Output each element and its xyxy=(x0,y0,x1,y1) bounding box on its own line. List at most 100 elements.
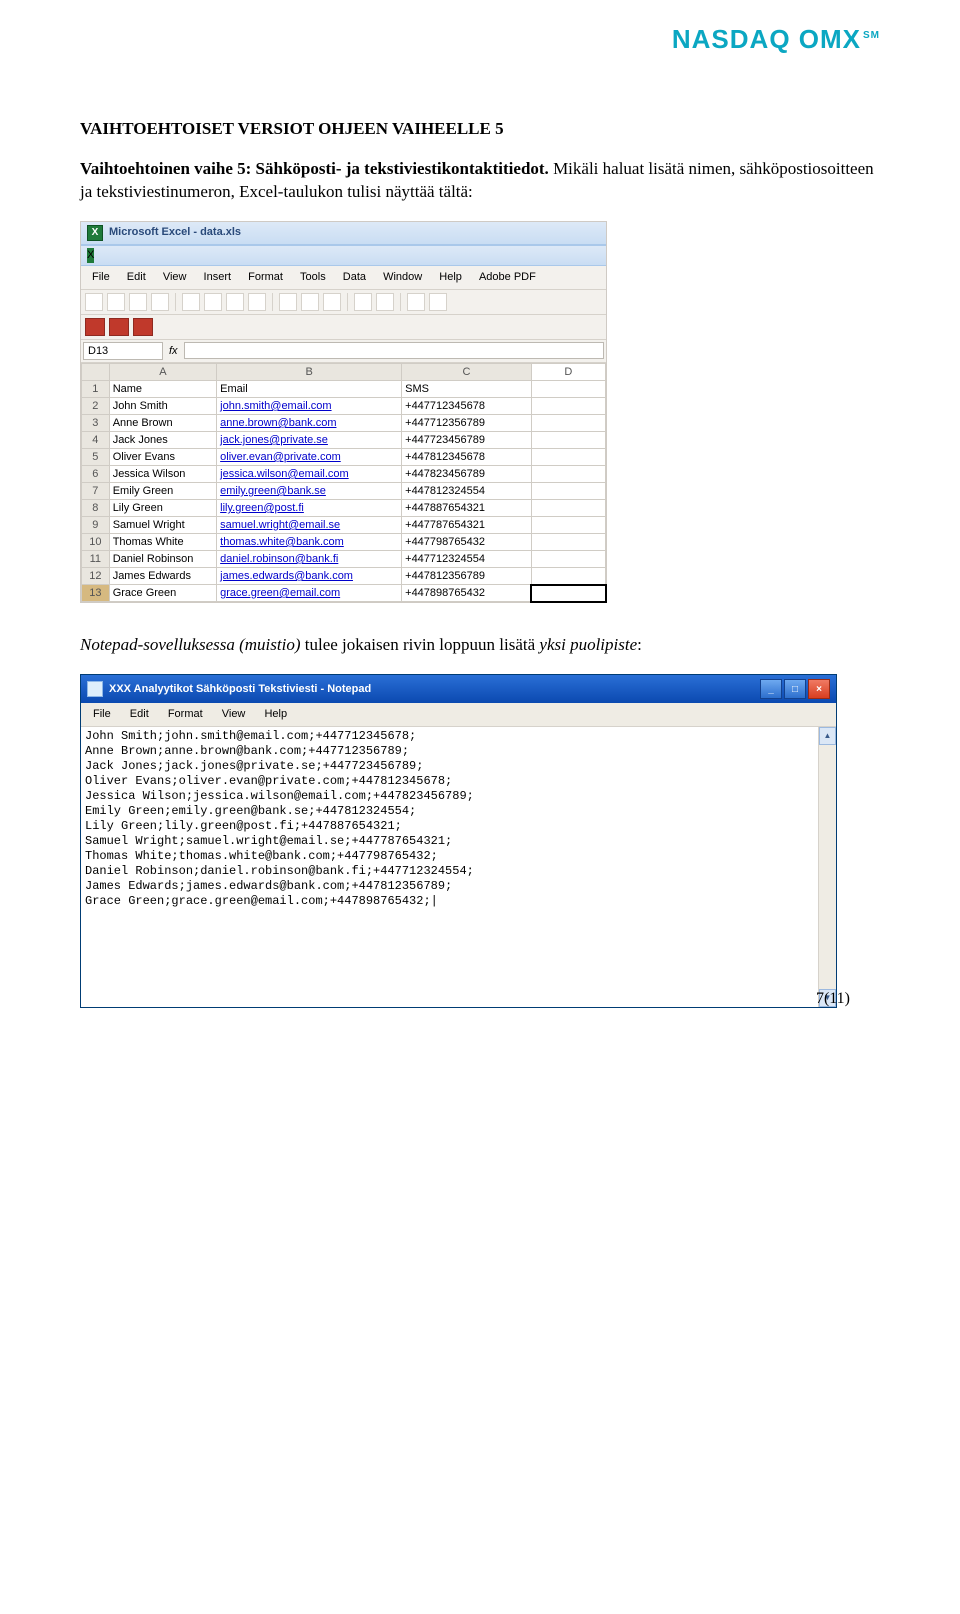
pdf-review-icon[interactable] xyxy=(133,318,153,336)
menu-window[interactable]: Window xyxy=(376,268,429,287)
cell[interactable]: Lily Green xyxy=(109,500,216,517)
minimize-button[interactable]: _ xyxy=(760,679,782,699)
notepad-textarea[interactable]: John Smith;john.smith@email.com;+4477123… xyxy=(81,727,818,1007)
col-header-c[interactable]: C xyxy=(402,364,532,381)
menu-view[interactable]: View xyxy=(156,268,194,287)
cell[interactable] xyxy=(531,449,605,466)
menu-edit[interactable]: Edit xyxy=(120,268,153,287)
cell[interactable]: +447812356789 xyxy=(402,568,532,585)
row-header[interactable]: 1 xyxy=(82,381,110,398)
row-header[interactable]: 4 xyxy=(82,432,110,449)
cell[interactable] xyxy=(531,432,605,449)
row-header[interactable]: 11 xyxy=(82,551,110,568)
hyperlink-icon[interactable] xyxy=(407,293,425,311)
spreadsheet-grid[interactable]: A B C D 1NameEmailSMS2John Smithjohn.smi… xyxy=(81,363,606,602)
table-row[interactable]: 8Lily Greenlily.green@post.fi+4478876543… xyxy=(82,500,606,517)
maximize-button[interactable]: □ xyxy=(784,679,806,699)
table-row[interactable]: 2John Smithjohn.smith@email.com+44771234… xyxy=(82,398,606,415)
cell[interactable]: Email xyxy=(217,381,402,398)
cell[interactable]: Oliver Evans xyxy=(109,449,216,466)
cell[interactable]: +447712345678 xyxy=(402,398,532,415)
row-header[interactable]: 7 xyxy=(82,483,110,500)
np-menu-help[interactable]: Help xyxy=(256,705,295,724)
cell[interactable]: daniel.robinson@bank.fi xyxy=(217,551,402,568)
cell[interactable]: lily.green@post.fi xyxy=(217,500,402,517)
cell[interactable]: emily.green@bank.se xyxy=(217,483,402,500)
scroll-up-icon[interactable]: ▲ xyxy=(819,727,836,745)
table-row[interactable]: 12James Edwardsjames.edwards@bank.com+44… xyxy=(82,568,606,585)
cell[interactable]: jack.jones@private.se xyxy=(217,432,402,449)
cell[interactable]: James Edwards xyxy=(109,568,216,585)
cell[interactable]: Name xyxy=(109,381,216,398)
select-all-corner[interactable] xyxy=(82,364,110,381)
cell[interactable]: +447898765432 xyxy=(402,585,532,602)
redo-icon[interactable] xyxy=(376,293,394,311)
cell[interactable]: Thomas White xyxy=(109,534,216,551)
table-row[interactable]: 3Anne Brownanne.brown@bank.com+447712356… xyxy=(82,415,606,432)
np-menu-file[interactable]: File xyxy=(85,705,119,724)
cell[interactable]: +447798765432 xyxy=(402,534,532,551)
cell[interactable] xyxy=(531,500,605,517)
menu-format[interactable]: Format xyxy=(241,268,290,287)
cell[interactable]: Grace Green xyxy=(109,585,216,602)
close-button[interactable]: × xyxy=(808,679,830,699)
cell[interactable]: +447823456789 xyxy=(402,466,532,483)
cut-icon[interactable] xyxy=(279,293,297,311)
new-icon[interactable] xyxy=(85,293,103,311)
cell[interactable]: anne.brown@bank.com xyxy=(217,415,402,432)
cell[interactable] xyxy=(531,585,605,602)
print-preview-icon[interactable] xyxy=(204,293,222,311)
cell[interactable] xyxy=(531,568,605,585)
table-row[interactable]: 11Daniel Robinsondaniel.robinson@bank.fi… xyxy=(82,551,606,568)
cell[interactable] xyxy=(531,534,605,551)
cell[interactable] xyxy=(531,517,605,534)
menu-adobe-pdf[interactable]: Adobe PDF xyxy=(472,268,543,287)
table-row[interactable]: 6Jessica Wilsonjessica.wilson@email.com+… xyxy=(82,466,606,483)
cell[interactable]: john.smith@email.com xyxy=(217,398,402,415)
menu-help[interactable]: Help xyxy=(432,268,469,287)
pdf-email-icon[interactable] xyxy=(109,318,129,336)
cell[interactable]: +447787654321 xyxy=(402,517,532,534)
cell[interactable]: james.edwards@bank.com xyxy=(217,568,402,585)
table-row[interactable]: 7Emily Greenemily.green@bank.se+44781232… xyxy=(82,483,606,500)
cell[interactable]: +447712356789 xyxy=(402,415,532,432)
cell[interactable]: SMS xyxy=(402,381,532,398)
np-menu-view[interactable]: View xyxy=(214,705,254,724)
pdf-export-icon[interactable] xyxy=(85,318,105,336)
table-row[interactable]: 13Grace Greengrace.green@email.com+44789… xyxy=(82,585,606,602)
cell[interactable]: samuel.wright@email.se xyxy=(217,517,402,534)
print-icon[interactable] xyxy=(182,293,200,311)
cell[interactable] xyxy=(531,466,605,483)
cell[interactable]: +447887654321 xyxy=(402,500,532,517)
formula-bar[interactable] xyxy=(184,342,604,359)
row-header[interactable]: 6 xyxy=(82,466,110,483)
menu-insert[interactable]: Insert xyxy=(197,268,239,287)
table-row[interactable]: 5Oliver Evansoliver.evan@private.com+447… xyxy=(82,449,606,466)
cell[interactable] xyxy=(531,551,605,568)
np-menu-format[interactable]: Format xyxy=(160,705,211,724)
open-icon[interactable] xyxy=(107,293,125,311)
save-icon[interactable] xyxy=(129,293,147,311)
cell[interactable]: +447812324554 xyxy=(402,483,532,500)
spellcheck-icon[interactable] xyxy=(226,293,244,311)
cell[interactable]: John Smith xyxy=(109,398,216,415)
cell[interactable] xyxy=(531,381,605,398)
row-header[interactable]: 12 xyxy=(82,568,110,585)
row-header[interactable]: 8 xyxy=(82,500,110,517)
cell[interactable]: jessica.wilson@email.com xyxy=(217,466,402,483)
row-header[interactable]: 9 xyxy=(82,517,110,534)
table-row[interactable]: 9Samuel Wrightsamuel.wright@email.se+447… xyxy=(82,517,606,534)
menu-tools[interactable]: Tools xyxy=(293,268,333,287)
autosum-icon[interactable] xyxy=(429,293,447,311)
cell[interactable] xyxy=(531,415,605,432)
col-header-b[interactable]: B xyxy=(217,364,402,381)
menu-file[interactable]: File xyxy=(85,268,117,287)
row-header[interactable]: 2 xyxy=(82,398,110,415)
cell[interactable]: +447812345678 xyxy=(402,449,532,466)
cell[interactable] xyxy=(531,398,605,415)
cell[interactable]: Samuel Wright xyxy=(109,517,216,534)
cell[interactable]: Emily Green xyxy=(109,483,216,500)
permission-icon[interactable] xyxy=(151,293,169,311)
cell[interactable]: +447712324554 xyxy=(402,551,532,568)
cell[interactable]: Jessica Wilson xyxy=(109,466,216,483)
